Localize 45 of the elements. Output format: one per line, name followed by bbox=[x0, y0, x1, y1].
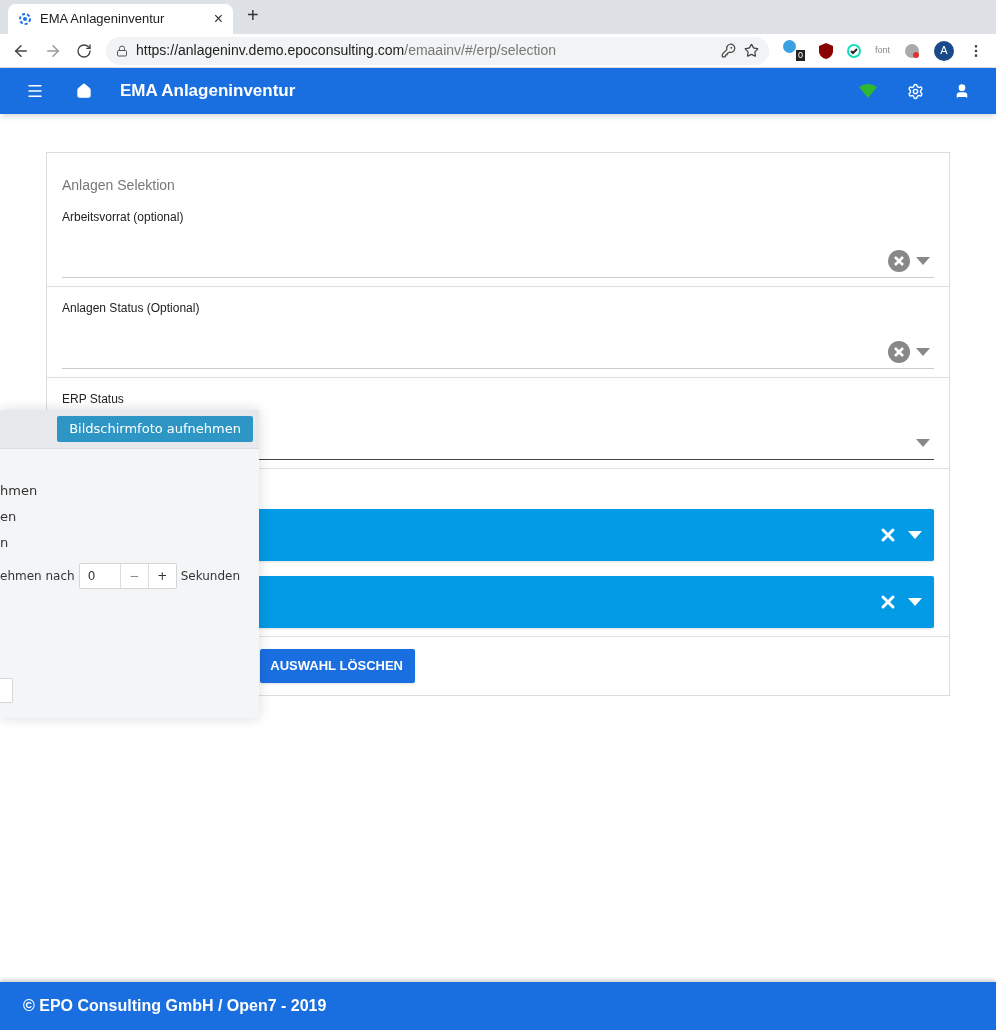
wifi-icon bbox=[859, 84, 877, 98]
caret-icon[interactable] bbox=[916, 438, 930, 447]
option-label: en bbox=[0, 508, 18, 525]
caret-icon[interactable] bbox=[916, 347, 930, 356]
check-icon[interactable] bbox=[847, 43, 861, 58]
delay-label: ehmen nach bbox=[0, 568, 75, 585]
new-tab-button[interactable]: + bbox=[247, 0, 259, 30]
extension-text[interactable]: font bbox=[875, 43, 890, 58]
url-text: https://anlageninv.demo.epoconsulting.com/emaainv/#/erp/selection bbox=[136, 41, 557, 60]
tab-title: EMA Anlageninventur bbox=[40, 10, 166, 29]
option-label: hmen bbox=[0, 482, 39, 499]
shield-icon[interactable] bbox=[819, 42, 833, 59]
caret-icon[interactable] bbox=[916, 256, 930, 265]
address-bar[interactable]: https://anlageninv.demo.epoconsulting.com/emaainv/#/erp/selection bbox=[106, 36, 769, 65]
field-label: Arbeitsvorrat (optional) bbox=[62, 209, 185, 226]
star-icon[interactable] bbox=[744, 43, 759, 58]
clear-selection-button[interactable]: AUSWAHL LÖSCHEN bbox=[260, 649, 415, 683]
lock-icon bbox=[116, 44, 128, 57]
tab-close-button[interactable]: × bbox=[213, 7, 223, 31]
clear-icon[interactable] bbox=[888, 249, 910, 272]
menu-icon[interactable] bbox=[26, 82, 44, 100]
delay-stepper[interactable]: 0 − + bbox=[78, 563, 177, 589]
field-label: ERP Status bbox=[62, 391, 125, 408]
app-logo-icon bbox=[18, 12, 32, 26]
app-title: EMA Anlageninventur bbox=[120, 80, 296, 103]
home-icon[interactable] bbox=[76, 83, 92, 99]
caret-icon[interactable] bbox=[908, 598, 922, 606]
browser-tab[interactable]: EMA Anlageninventur × bbox=[8, 4, 233, 34]
caret-icon[interactable] bbox=[908, 531, 922, 539]
settings-icon[interactable] bbox=[907, 82, 924, 100]
extension-icon[interactable] bbox=[783, 39, 796, 53]
increment-button[interactable]: + bbox=[147, 564, 176, 588]
user-icon[interactable] bbox=[954, 83, 970, 99]
option-label: n bbox=[0, 534, 10, 551]
clear-icon[interactable] bbox=[888, 340, 910, 363]
reload-icon[interactable] bbox=[76, 42, 92, 59]
unit-label: Sekunden bbox=[180, 568, 241, 585]
extension-badge: 0 bbox=[796, 49, 805, 61]
footer-text: © EPO Consulting GmbH / Open7 - 2019 bbox=[23, 996, 327, 1016]
key-icon[interactable] bbox=[721, 43, 736, 58]
card-title: Anlagen Selektion bbox=[61, 176, 176, 195]
delay-value: 0 bbox=[86, 568, 97, 585]
field-label: Anlagen Status (Optional) bbox=[62, 300, 201, 317]
profile-avatar[interactable]: A bbox=[934, 40, 954, 61]
decrement-button[interactable]: − bbox=[119, 564, 148, 588]
